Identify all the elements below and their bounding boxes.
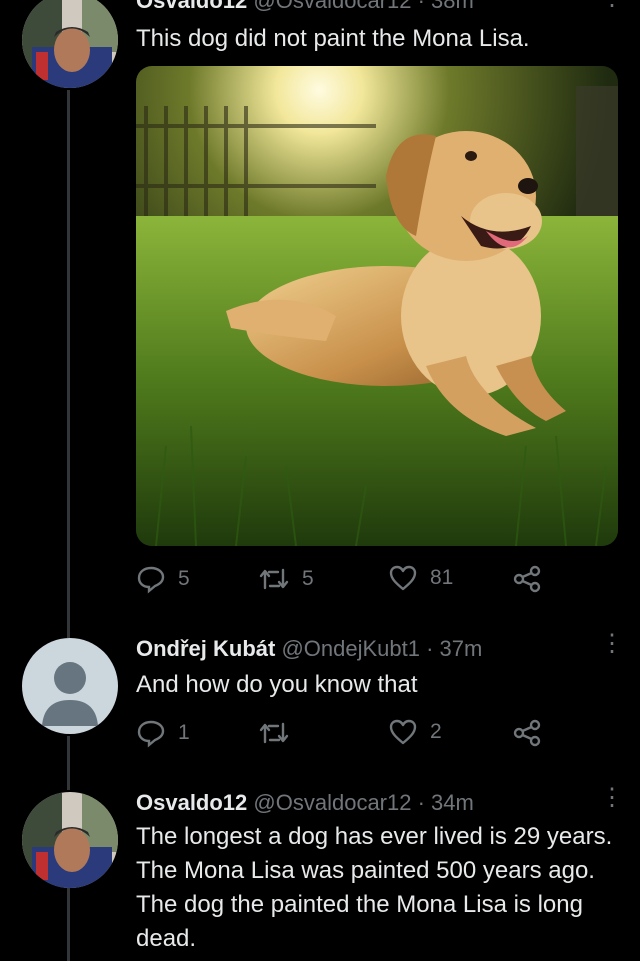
handle-and-time[interactable]: @Osvaldocar12 · 34m	[253, 790, 473, 815]
tweet-header: Ondřej Kubát @OndejKubt1 · 37m	[136, 636, 482, 662]
more-options-icon[interactable]: ⋮	[600, 632, 624, 656]
display-name[interactable]: Osvaldo12	[136, 790, 247, 815]
reply-count: 1	[178, 721, 190, 744]
retweet-icon	[259, 568, 289, 590]
handle-and-time[interactable]: @OndejKubt1 · 37m	[281, 636, 482, 661]
avatar[interactable]	[22, 638, 118, 734]
display-name[interactable]: Ondřej Kubát	[136, 636, 275, 661]
reply-button[interactable]: 1	[136, 718, 190, 748]
share-button[interactable]	[512, 718, 542, 748]
tweet-header: Osvaldo12 @Osvaldocar12 · 34m	[136, 790, 474, 816]
like-button[interactable]: 81	[388, 564, 453, 592]
more-options-icon[interactable]: ⋮	[600, 0, 624, 10]
share-button[interactable]	[512, 564, 542, 594]
retweet-button[interactable]: 5	[258, 564, 314, 594]
handle-and-time[interactable]: @Osvaldocar12 · 38m	[253, 0, 473, 13]
share-icon	[513, 565, 541, 593]
heart-icon	[389, 719, 417, 745]
like-button[interactable]: 2	[388, 718, 442, 746]
tweet-thread: Osvaldo12 @Osvaldocar12 · 38m ⋮ This dog…	[0, 0, 640, 961]
tweet-text: And how do you know that	[136, 671, 418, 698]
reply-button[interactable]: 5	[136, 564, 190, 594]
retweet-button[interactable]	[258, 718, 302, 748]
tweet-header: Osvaldo12 @Osvaldocar12 · 38m	[136, 0, 474, 14]
tweet[interactable]: Osvaldo12 @Osvaldocar12 · 34m ⋮ The long…	[0, 780, 640, 961]
dog-photo	[136, 66, 618, 546]
display-name[interactable]: Osvaldo12	[136, 0, 247, 13]
retweet-icon	[259, 722, 289, 744]
reply-count: 5	[178, 567, 190, 590]
retweet-count: 5	[302, 567, 314, 590]
tweet-actions: 5 5 81	[136, 564, 556, 598]
avatar[interactable]	[22, 0, 118, 88]
tweet[interactable]: Osvaldo12 @Osvaldocar12 · 38m ⋮ This dog…	[0, 0, 640, 620]
like-count: 2	[430, 720, 442, 743]
heart-icon	[389, 565, 417, 591]
reply-icon	[137, 720, 165, 748]
share-icon	[513, 719, 541, 747]
avatar[interactable]	[22, 792, 118, 888]
tweet-text: The longest a dog has ever lived is 29 y…	[136, 823, 613, 952]
tweet-actions: 1 2	[136, 718, 556, 752]
like-count: 81	[430, 566, 454, 589]
tweet-image[interactable]	[136, 66, 618, 546]
tweet[interactable]: Ondřej Kubát @OndejKubt1 · 37m ⋮ And how…	[0, 620, 640, 780]
reply-icon	[137, 566, 165, 594]
tweet-text: This dog did not paint the Mona Lisa.	[136, 25, 530, 52]
more-options-icon[interactable]: ⋮	[600, 786, 624, 810]
